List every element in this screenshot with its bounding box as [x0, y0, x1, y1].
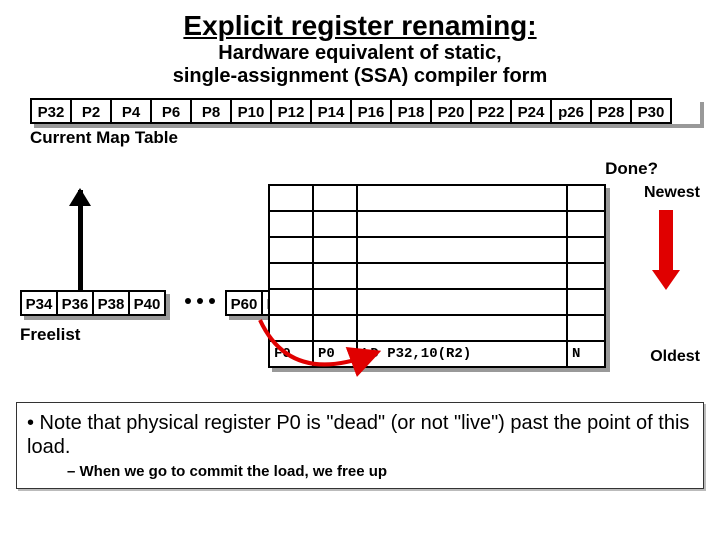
rob-done-cell: N [567, 341, 605, 367]
newest-label: Newest [644, 184, 700, 202]
map-table-cell: P30 [630, 98, 672, 124]
freelist-label: Freelist [20, 325, 80, 345]
page-title: Explicit register renaming: [20, 10, 700, 42]
map-table-cell: P4 [110, 98, 152, 124]
done-label: Done? [605, 159, 658, 179]
map-table-cell: P28 [590, 98, 632, 124]
note-sub-bullet: – When we go to commit the load, we free… [67, 463, 693, 480]
freelist-cell: P38 [92, 290, 130, 316]
map-table-cell: P24 [510, 98, 552, 124]
map-table-cell: P8 [190, 98, 232, 124]
map-table-cell: P14 [310, 98, 352, 124]
map-table-cell: P12 [270, 98, 312, 124]
note-box: • Note that physical register P0 is "dea… [16, 402, 704, 489]
arrow-newest-down [659, 210, 680, 290]
map-table-cell: P10 [230, 98, 272, 124]
subtitle-line-1: Hardware equivalent of static, [218, 42, 501, 64]
subtitle-line-2: single-assignment (SSA) compiler form [173, 65, 548, 87]
map-table-cell: P20 [430, 98, 472, 124]
map-table-cell: P16 [350, 98, 392, 124]
freelist-cell: P34 [20, 290, 58, 316]
map-table-cell: P22 [470, 98, 512, 124]
map-table-cell: P32 [30, 98, 72, 124]
map-table-cell: p26 [550, 98, 592, 124]
map-table-cell: P6 [150, 98, 192, 124]
freelist-cell: P36 [56, 290, 94, 316]
map-table-row: P32P2P4P6P8P10P12P14P16P18P20P22P24p26P2… [30, 98, 700, 124]
freelist-row-a: P34P36P38P40 [20, 290, 166, 316]
map-table-label: Current Map Table [30, 128, 700, 148]
note-bullet: • Note that physical register P0 is "dea… [27, 411, 693, 459]
freelist-cell: P40 [128, 290, 166, 316]
ellipsis-icon [185, 298, 215, 304]
arrow-freelist-to-rob [250, 310, 430, 390]
map-table-cell: P18 [390, 98, 432, 124]
oldest-label: Oldest [650, 348, 700, 366]
map-table-cell: P2 [70, 98, 112, 124]
subtitle: Hardware equivalent of static, single-as… [20, 42, 700, 88]
